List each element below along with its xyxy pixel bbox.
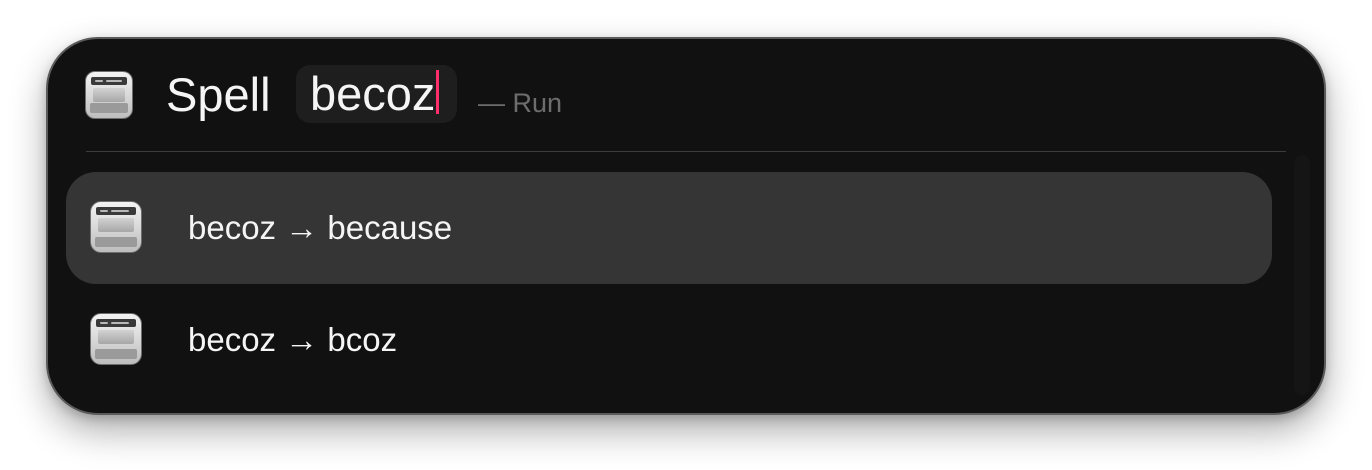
run-hint: — Run bbox=[478, 88, 563, 118]
result-title: becoz → bcoz bbox=[188, 321, 398, 358]
result-item[interactable]: becoz → bcoz bbox=[66, 284, 1272, 396]
spelling-keyboard-icon bbox=[90, 313, 142, 365]
spelling-keyboard-icon bbox=[85, 71, 133, 119]
launcher-window: Spell becoz — Run becoz → because becoz … bbox=[46, 37, 1326, 415]
result-item[interactable]: becoz → because bbox=[66, 172, 1272, 284]
search-query-text[interactable]: becoz bbox=[310, 65, 435, 123]
search-input[interactable]: becoz bbox=[296, 65, 458, 123]
scrollbar[interactable] bbox=[1294, 155, 1310, 395]
result-title: becoz → because bbox=[188, 209, 453, 246]
results-list: becoz → because becoz → bcoz bbox=[66, 172, 1272, 396]
text-caret bbox=[436, 70, 440, 114]
spelling-keyboard-icon bbox=[90, 201, 142, 253]
command-label: Spell bbox=[166, 68, 271, 121]
header-divider bbox=[86, 151, 1286, 152]
